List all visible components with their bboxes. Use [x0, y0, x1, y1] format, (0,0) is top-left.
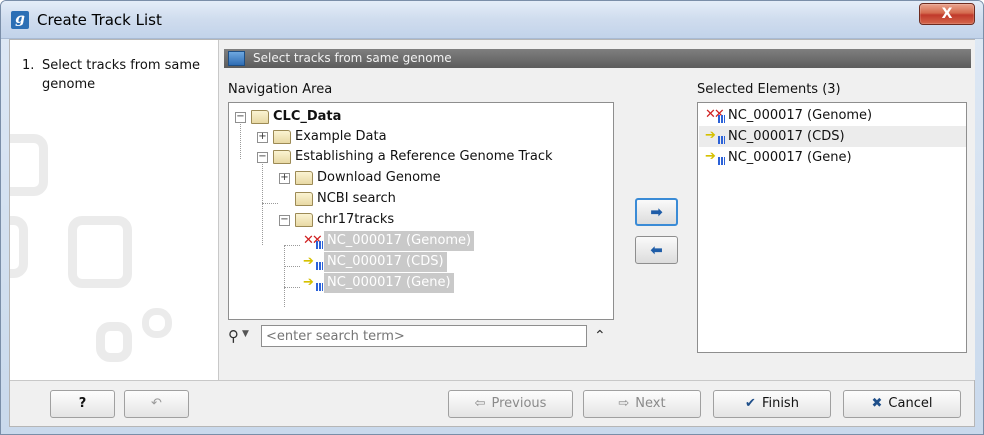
- decoration-square: [142, 308, 172, 338]
- list-item-label: NC_000017 (CDS): [728, 129, 845, 144]
- tree-item-label: NC_000017 (Genome): [324, 231, 475, 251]
- previous-button[interactable]: ⇦ Previous: [448, 390, 573, 418]
- dialog-footer: ? ↶ ⇦ Previous ⇨ Next ✔ Finish ✖ Cancel: [10, 380, 974, 426]
- tree-item-track-gene[interactable]: ➔ NC_000017 (Gene): [229, 273, 609, 293]
- tree-item-clc-data[interactable]: − CLC_Data: [229, 107, 609, 127]
- checkmark-icon: ✔: [745, 396, 756, 411]
- tree-item-label: NCBI search: [317, 191, 396, 206]
- next-button[interactable]: ⇨ Next: [583, 390, 701, 418]
- genome-track-icon: ✕✕: [705, 107, 725, 123]
- search-input[interactable]: [261, 325, 587, 347]
- next-label: Next: [635, 396, 666, 411]
- annotation-track-icon: ➔: [705, 128, 725, 144]
- decoration-square: [68, 216, 132, 288]
- tree-item-label: NC_000017 (Gene): [324, 273, 454, 293]
- genome-track-icon: ✕✕: [303, 233, 323, 249]
- list-item-label: NC_000017 (Gene): [728, 150, 852, 165]
- reset-button[interactable]: ↶: [124, 390, 189, 418]
- tree-item-download-genome[interactable]: + Download Genome: [229, 168, 609, 188]
- list-item[interactable]: ➔ NC_000017 (Gene): [699, 147, 966, 168]
- tree-item-establishing[interactable]: − Establishing a Reference Genome Track: [229, 147, 609, 167]
- folder-open-icon: [273, 150, 291, 164]
- remove-from-selection-button[interactable]: ⬅: [635, 236, 678, 264]
- chevron-down-icon[interactable]: ▼: [242, 329, 249, 339]
- finish-label: Finish: [761, 396, 799, 411]
- annotation-track-icon: ➔: [303, 275, 323, 291]
- tree-item-label: chr17tracks: [317, 212, 395, 227]
- title-bar[interactable]: g Create Track List X: [1, 1, 983, 39]
- tree-item-label: Establishing a Reference Genome Track: [295, 149, 553, 164]
- app-icon: g: [11, 11, 29, 29]
- arrow-right-icon: ➡: [650, 203, 663, 221]
- undo-icon: ↶: [151, 396, 162, 411]
- collapse-icon[interactable]: −: [257, 152, 268, 163]
- folder-open-icon: [295, 213, 313, 227]
- list-item[interactable]: ✕✕ NC_000017 (Genome): [699, 105, 966, 126]
- step-label: Select tracks from same genome: [42, 58, 201, 92]
- tree-item-label: Example Data: [295, 129, 387, 144]
- annotation-track-icon: ➔: [705, 149, 725, 165]
- tree-item-track-genome[interactable]: ✕✕ NC_000017 (Genome): [229, 231, 609, 251]
- step-number: 1.: [22, 58, 35, 73]
- folder-icon: [295, 192, 313, 206]
- collapse-search-icon[interactable]: ⌃: [594, 328, 606, 344]
- search-icon[interactable]: ⚲: [228, 327, 239, 345]
- finish-button[interactable]: ✔ Finish: [713, 390, 831, 418]
- annotation-track-icon: ➔: [303, 254, 323, 270]
- tree-item-example-data[interactable]: + Example Data: [229, 127, 609, 147]
- help-label: ?: [78, 396, 87, 411]
- tree-item-label: Download Genome: [317, 170, 441, 185]
- search-bar: ⚲ ▼ ⌃: [228, 325, 614, 349]
- folder-icon: [295, 171, 313, 185]
- collapse-icon[interactable]: −: [235, 112, 246, 123]
- panel-header-title: Select tracks from same genome: [253, 51, 452, 65]
- navigation-area-label: Navigation Area: [228, 82, 333, 97]
- arrow-left-icon: ⇦: [474, 396, 486, 411]
- panel-header: Select tracks from same genome: [224, 49, 971, 68]
- list-item[interactable]: ➔ NC_000017 (CDS): [699, 126, 966, 147]
- arrow-left-icon: ⬅: [650, 241, 663, 259]
- expand-icon[interactable]: +: [279, 173, 290, 184]
- navigation-tree[interactable]: − CLC_Data + Example Data − Establishing…: [228, 102, 614, 320]
- decoration-square: [10, 134, 48, 196]
- arrow-right-icon: ⇨: [618, 396, 630, 411]
- help-button[interactable]: ?: [50, 390, 115, 418]
- window-title: Create Track List: [37, 11, 162, 29]
- expand-icon[interactable]: +: [257, 132, 268, 143]
- tree-item-label: CLC_Data: [273, 109, 342, 124]
- dialog-window: g Create Track List X 1. Select tracks f…: [0, 0, 984, 435]
- folder-icon: [251, 110, 269, 124]
- selected-elements-list[interactable]: ✕✕ NC_000017 (Genome) ➔ NC_000017 (CDS) …: [697, 102, 967, 353]
- cancel-label: Cancel: [888, 396, 933, 411]
- cancel-button[interactable]: ✖ Cancel: [843, 390, 961, 418]
- header-square-icon: [228, 51, 245, 66]
- cancel-x-icon: ✖: [871, 396, 883, 411]
- collapse-icon[interactable]: −: [279, 215, 290, 226]
- close-button[interactable]: X: [919, 3, 975, 25]
- tree-item-track-cds[interactable]: ➔ NC_000017 (CDS): [229, 252, 609, 272]
- list-item-label: NC_000017 (Genome): [728, 108, 873, 123]
- previous-label: Previous: [491, 396, 547, 411]
- tree-item-label: NC_000017 (CDS): [324, 252, 447, 272]
- folder-icon: [273, 130, 291, 144]
- decoration-square: [96, 322, 132, 362]
- add-to-selection-button[interactable]: ➡: [635, 198, 678, 226]
- decoration-square: [10, 216, 28, 278]
- selected-elements-label: Selected Elements (3): [697, 82, 841, 97]
- tree-item-chr17tracks[interactable]: − chr17tracks: [229, 210, 609, 230]
- main-panel: Select tracks from same genome Navigatio…: [220, 40, 975, 380]
- dialog-client: 1. Select tracks from same genome Select…: [9, 39, 975, 427]
- steps-panel: 1. Select tracks from same genome: [10, 40, 219, 380]
- tree-item-ncbi-search[interactable]: NCBI search: [229, 189, 609, 209]
